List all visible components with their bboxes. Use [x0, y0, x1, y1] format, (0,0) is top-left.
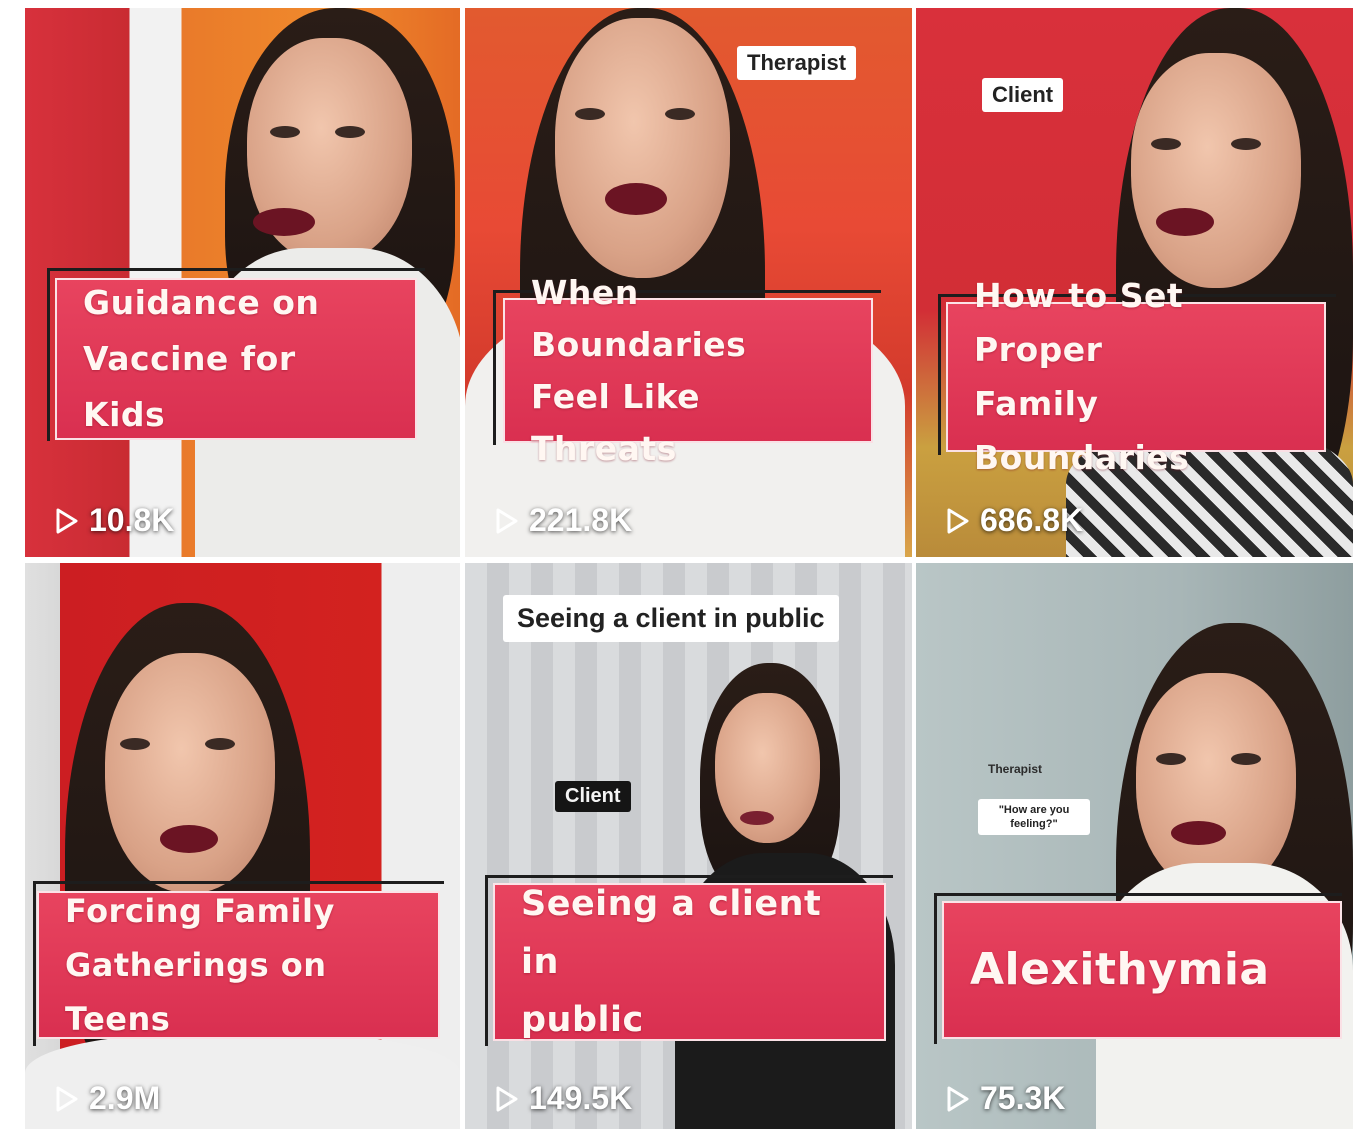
- video-title-card: When Boundaries Feel Like Threats: [503, 273, 873, 468]
- video-tile[interactable]: Therapist "How are you feeling?" Alexith…: [916, 563, 1353, 1129]
- person-eye: [1151, 138, 1181, 150]
- overlay-tag: Seeing a client in public: [503, 595, 839, 642]
- view-count-value: 10.8K: [89, 502, 175, 538]
- overlay-tag: Therapist: [988, 762, 1043, 776]
- view-count-value: 149.5K: [529, 1080, 633, 1116]
- view-count: 221.8K: [495, 502, 632, 539]
- title-line-2: Vaccine for Kids: [83, 339, 296, 434]
- view-count: 149.5K: [495, 1080, 632, 1117]
- view-count-value: 221.8K: [529, 502, 633, 538]
- title-line-2: public: [521, 1000, 644, 1040]
- video-grid: Guidance on Vaccine for Kids 10.8K Thera…: [0, 0, 1363, 1129]
- title-line-1: Alexithymia: [970, 944, 1270, 995]
- title-line-2: Gatherings on Teens: [65, 946, 327, 1038]
- person-lips: [605, 183, 667, 215]
- overlay-tag: Therapist: [737, 46, 857, 80]
- video-tile[interactable]: Forcing Family Gatherings on Teens 2.9M: [25, 563, 460, 1129]
- person-lips: [1171, 821, 1226, 845]
- person-eye: [575, 108, 605, 120]
- person-eye: [665, 108, 695, 120]
- overlay-tag: Client: [982, 78, 1064, 112]
- person-face: [105, 653, 275, 893]
- video-tile[interactable]: Seeing a client in public Client Seeing …: [465, 563, 912, 1129]
- video-title: How to Set Proper Family Boundaries: [974, 269, 1298, 485]
- play-icon: [947, 508, 969, 533]
- person-eye: [270, 126, 300, 138]
- title-line-2: Family Boundaries: [974, 384, 1190, 477]
- play-icon: [496, 1086, 518, 1111]
- video-title-card: How to Set Proper Family Boundaries: [946, 276, 1326, 477]
- view-count-value: 2.9M: [89, 1080, 161, 1116]
- view-count-value: 75.3K: [980, 1080, 1066, 1116]
- view-count: 2.9M: [55, 1080, 160, 1117]
- video-title: Forcing Family Gatherings on Teens: [65, 884, 412, 1046]
- video-tile[interactable]: Guidance on Vaccine for Kids 10.8K: [25, 8, 460, 557]
- person-eye: [120, 738, 150, 750]
- person-eye: [205, 738, 235, 750]
- person-eye: [1231, 138, 1261, 150]
- person-lips: [160, 825, 218, 853]
- title-line-1: Forcing Family: [65, 892, 335, 930]
- video-tile[interactable]: Therapist When Boundaries Feel Like Thre…: [465, 8, 912, 557]
- view-count-value: 686.8K: [980, 502, 1084, 538]
- view-count: 686.8K: [946, 502, 1083, 539]
- overlay-tag-client: Client: [555, 781, 631, 812]
- title-line-1: How to Set Proper: [974, 276, 1184, 369]
- video-title-card: Alexithymia: [942, 901, 1342, 1039]
- video-title: Seeing a client in public: [521, 875, 858, 1049]
- video-title: Guidance on Vaccine for Kids: [83, 275, 389, 443]
- title-line-1: When Boundaries: [531, 272, 747, 364]
- video-tile[interactable]: Client How to Set Proper Family Boundari…: [916, 8, 1353, 557]
- view-count: 10.8K: [55, 502, 174, 539]
- person-eye: [335, 126, 365, 138]
- title-line-1: Seeing a client in: [521, 884, 822, 982]
- video-title-card: Guidance on Vaccine for Kids: [55, 278, 417, 440]
- play-icon: [496, 508, 518, 533]
- person-face: [555, 18, 730, 278]
- video-title: When Boundaries Feel Like Threats: [531, 267, 845, 475]
- person-eye: [1156, 753, 1186, 765]
- video-title-card: Seeing a client in public: [493, 883, 886, 1041]
- person-lips: [1156, 208, 1214, 236]
- video-title-card: Forcing Family Gatherings on Teens: [37, 891, 440, 1039]
- person-face: [1136, 673, 1296, 893]
- play-icon: [947, 1086, 969, 1111]
- view-count: 75.3K: [946, 1080, 1065, 1117]
- overlay-tag-quote: "How are you feeling?": [978, 799, 1090, 835]
- person-lips: [253, 208, 315, 236]
- title-line-2: Feel Like Threats: [531, 376, 701, 468]
- person-face: [1131, 53, 1301, 288]
- person-eye: [1231, 753, 1261, 765]
- video-title: Alexithymia: [970, 942, 1270, 998]
- play-icon: [56, 1086, 78, 1111]
- title-line-1: Guidance on: [83, 283, 320, 322]
- person-lips: [740, 811, 774, 825]
- play-icon: [56, 508, 78, 533]
